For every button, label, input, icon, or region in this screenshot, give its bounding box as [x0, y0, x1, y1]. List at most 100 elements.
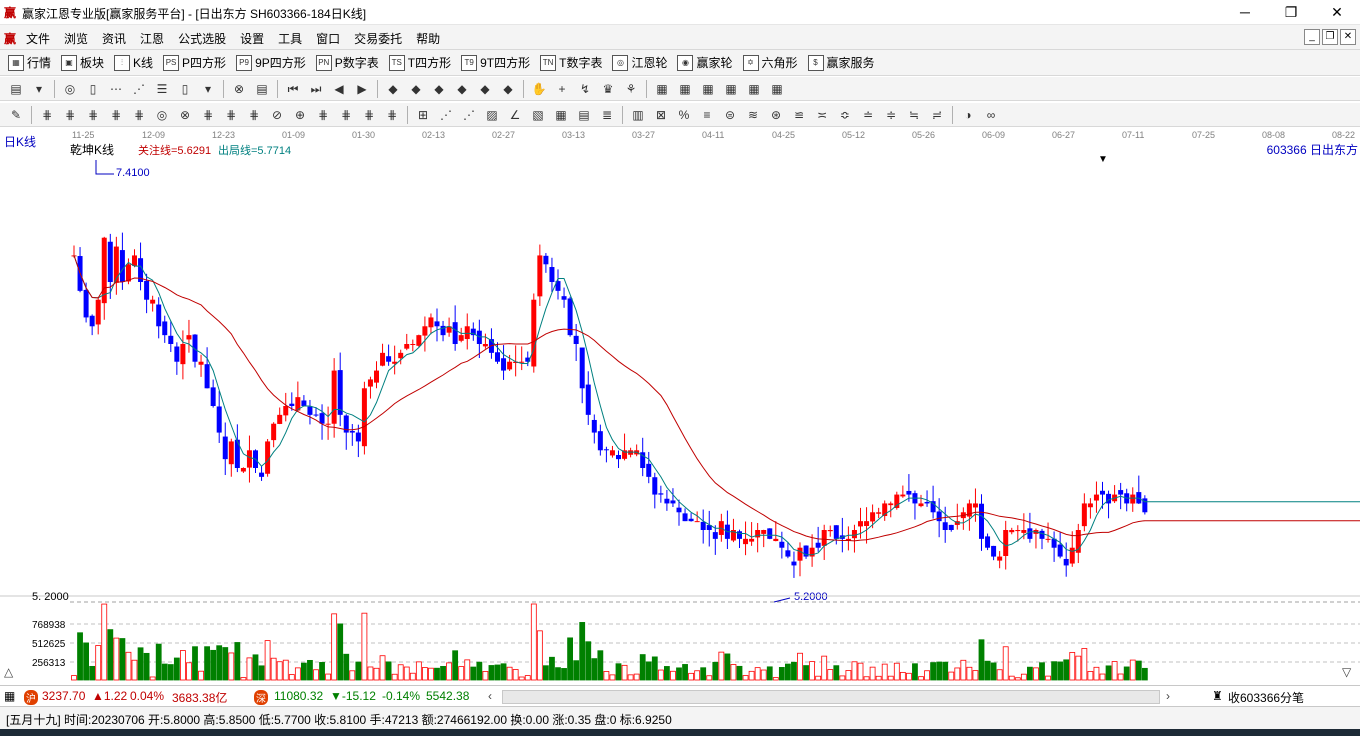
mdi-restore-button[interactable]: ❐ — [1322, 29, 1338, 45]
candle[interactable] — [482, 344, 488, 347]
toolbar-button-9[interactable]: ◎ 江恩轮 — [612, 54, 667, 71]
kline-chart[interactable]: 11-25 12-09 12-23 01-09 01-30 02-13 02-27 03-13… — [0, 128, 1360, 684]
candle[interactable] — [125, 264, 131, 282]
candle[interactable] — [150, 299, 156, 304]
toolbar3_glyphs-tool-16-icon[interactable]: ⋕ — [361, 107, 377, 123]
candle[interactable] — [95, 299, 101, 325]
candle[interactable] — [858, 521, 863, 527]
candle[interactable] — [991, 545, 997, 557]
candle[interactable] — [386, 356, 392, 362]
toolbar2_glyphs-tool-9-icon[interactable]: ▾ — [200, 81, 216, 97]
candle[interactable] — [495, 352, 500, 362]
candle[interactable] — [361, 388, 367, 447]
candle[interactable] — [1093, 494, 1099, 501]
candle[interactable] — [428, 317, 434, 328]
toolbar3_glyphs-tool-22-icon[interactable]: ▨ — [484, 107, 500, 123]
toolbar3_glyphs-tool-30-icon[interactable]: ⊠ — [653, 107, 669, 123]
toolbar-button-1[interactable]: ▣ 板块 — [61, 54, 104, 71]
toolbar2_glyphs-tool-23-icon[interactable]: ◆ — [477, 81, 493, 97]
candle[interactable] — [531, 299, 537, 367]
menu-item-1[interactable]: 浏览 — [64, 30, 88, 47]
toolbar3_glyphs-tool-5-icon[interactable]: ⋕ — [108, 107, 124, 123]
candle[interactable] — [658, 493, 664, 495]
shanghai-index-icon[interactable]: 沪 — [24, 690, 38, 705]
candle[interactable] — [972, 503, 978, 508]
candle[interactable] — [404, 344, 410, 349]
candle[interactable] — [168, 335, 174, 344]
candle[interactable] — [501, 358, 507, 371]
candle[interactable] — [646, 463, 652, 477]
toolbar2_glyphs-tool-1-icon[interactable]: ▾ — [31, 81, 47, 97]
candle[interactable] — [791, 561, 797, 566]
candle[interactable] — [603, 449, 609, 451]
status-grid-icon[interactable]: ▦ — [4, 689, 15, 703]
toolbar3_glyphs-tool-7-icon[interactable]: ◎ — [154, 107, 170, 123]
candle[interactable] — [767, 528, 773, 539]
candle[interactable] — [398, 352, 404, 359]
menu-item-0[interactable]: 文件 — [26, 30, 50, 47]
candle[interactable] — [337, 370, 343, 415]
toolbar3_glyphs-tool-45-icon[interactable]: ∞ — [983, 107, 999, 123]
candle[interactable] — [743, 538, 749, 545]
toolbar3_glyphs-tool-21-icon[interactable]: ⋰ — [461, 107, 477, 123]
candle[interactable] — [416, 335, 422, 346]
candle[interactable] — [597, 431, 603, 451]
toolbar3_glyphs-tool-24-icon[interactable]: ▧ — [530, 107, 546, 123]
candle[interactable] — [1081, 503, 1087, 527]
candle[interactable] — [942, 522, 948, 530]
toolbar2_glyphs-tool-33-icon[interactable]: ▦ — [677, 81, 693, 97]
candle[interactable] — [773, 538, 779, 542]
candle[interactable] — [289, 403, 295, 406]
close-button[interactable]: ✕ — [1314, 0, 1360, 24]
candle[interactable] — [833, 525, 839, 539]
candle[interactable] — [83, 289, 89, 318]
toolbar3_glyphs-tool-17-icon[interactable]: ⋕ — [384, 107, 400, 123]
candle[interactable] — [1100, 490, 1105, 495]
menu-item-3[interactable]: 江恩 — [140, 30, 164, 47]
toolbar3_glyphs-tool-20-icon[interactable]: ⋰ — [438, 107, 454, 123]
candle[interactable] — [355, 432, 361, 442]
candle[interactable] — [319, 413, 325, 424]
mdi-close-button[interactable]: ✕ — [1340, 29, 1356, 45]
toolbar2_glyphs-tool-36-icon[interactable]: ▦ — [746, 81, 762, 97]
maximize-button[interactable]: ❐ — [1268, 0, 1314, 24]
candle[interactable] — [174, 346, 180, 362]
toolbar2_glyphs-tool-34-icon[interactable]: ▦ — [700, 81, 716, 97]
candle[interactable] — [815, 542, 821, 548]
candle[interactable] — [180, 344, 186, 365]
toolbar2_glyphs-tool-35-icon[interactable]: ▦ — [723, 81, 739, 97]
candle[interactable] — [616, 454, 621, 460]
toolbar3_glyphs-tool-39-icon[interactable]: ≐ — [860, 107, 876, 123]
candle[interactable] — [410, 344, 416, 345]
candle[interactable] — [1021, 530, 1027, 533]
candle[interactable] — [374, 370, 379, 383]
candle[interactable] — [216, 406, 222, 433]
toolbar-button-6[interactable]: TS T四方形 — [388, 54, 451, 71]
candle[interactable] — [228, 441, 234, 465]
candle[interactable] — [779, 541, 785, 548]
candle[interactable] — [749, 538, 755, 542]
candle[interactable] — [277, 414, 283, 424]
candle[interactable] — [422, 326, 428, 336]
candle[interactable] — [162, 321, 168, 336]
toolbar3_glyphs-tool-40-icon[interactable]: ≑ — [883, 107, 899, 123]
candle[interactable] — [694, 521, 700, 523]
candle[interactable] — [144, 280, 150, 300]
toolbar2_glyphs-tool-17-icon[interactable]: ▶ — [354, 81, 370, 97]
toolbar3_glyphs-tool-37-icon[interactable]: ≍ — [814, 107, 830, 123]
candle[interactable] — [283, 406, 289, 416]
candle[interactable] — [712, 532, 718, 539]
candle[interactable] — [573, 335, 579, 344]
toolbar3_glyphs-tool-36-icon[interactable]: ≌ — [791, 107, 807, 123]
candle[interactable] — [900, 494, 906, 497]
candle[interactable] — [1003, 530, 1009, 556]
horizontal-scrollbar[interactable] — [502, 690, 1160, 704]
toolbar-button-12[interactable]: $ 赢家服务 — [807, 54, 875, 71]
scroll-left-icon[interactable]: ‹ — [488, 689, 492, 703]
candle[interactable] — [797, 547, 803, 561]
candle[interactable] — [1015, 530, 1021, 532]
candle[interactable] — [259, 472, 265, 477]
candle[interactable] — [307, 406, 313, 415]
toolbar3_glyphs-tool-42-icon[interactable]: ≓ — [929, 107, 945, 123]
scroll-down-icon[interactable]: ▽ — [1342, 665, 1352, 679]
